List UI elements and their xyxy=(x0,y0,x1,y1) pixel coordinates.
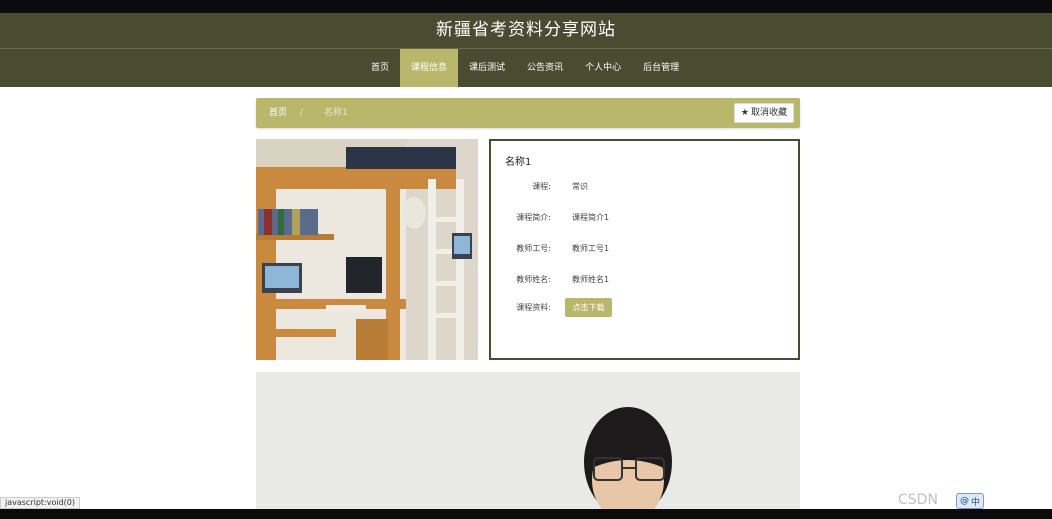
dorm-photo-illustration xyxy=(256,139,478,360)
detail-row: 教师工号: 教师工号1 xyxy=(491,243,798,255)
breadcrumb-home-link[interactable]: 首页 xyxy=(269,98,287,128)
unfavorite-label: 取消收藏 xyxy=(750,108,787,118)
course-name: 名称1 xyxy=(505,157,532,168)
site-header: 新疆省考资料分享网站 xyxy=(0,13,1052,48)
field-label: 教师工号: xyxy=(516,244,551,253)
breadcrumb-current: 名称1 xyxy=(324,108,348,118)
detail-row: 课程: 常识 xyxy=(491,181,798,193)
course-video[interactable] xyxy=(256,372,800,509)
unfavorite-button[interactable]: ★ 取消收藏 xyxy=(733,103,794,123)
main-nav: 首页 课程信息 课后测试 公告资讯 个人中心 后台管理 xyxy=(0,48,1052,87)
window-top-bar xyxy=(0,0,1052,13)
nav-item-tests[interactable]: 课后测试 xyxy=(458,49,516,87)
watermark-text: CSDN xyxy=(898,492,938,508)
field-label: 课程资料: xyxy=(516,303,551,312)
video-frame xyxy=(256,372,800,509)
site-title: 新疆省考资料分享网站 xyxy=(436,20,616,40)
nav-item-news[interactable]: 公告资讯 xyxy=(516,49,574,87)
star-icon: ★ xyxy=(740,108,749,118)
field-label: 教师姓名: xyxy=(516,275,551,284)
field-value: 常识 xyxy=(572,182,588,191)
field-value: 教师工号1 xyxy=(572,244,610,253)
detail-row: 课程简介: 课程简介1 xyxy=(491,212,798,224)
nav-item-admin[interactable]: 后台管理 xyxy=(632,49,690,87)
field-label: 课程: xyxy=(532,182,551,191)
field-value: 教师姓名1 xyxy=(572,275,610,284)
ime-language[interactable]: 中 xyxy=(971,495,980,508)
ime-at-icon: @ xyxy=(960,496,969,506)
ime-toolbar[interactable]: @ 中 xyxy=(956,493,985,509)
window-bottom-bar xyxy=(0,509,1052,519)
status-url: javascript:void(0) xyxy=(0,497,81,509)
field-value: 课程简介1 xyxy=(572,213,610,222)
course-image xyxy=(256,139,478,360)
breadcrumb: 首页 / 名称1 ★ 取消收藏 xyxy=(256,98,800,128)
course-detail-panel: 名称1 课程: 常识 课程简介: 课程简介1 教师工号: 教师工号1 教师姓名:… xyxy=(489,139,800,360)
nav-item-courses[interactable]: 课程信息 xyxy=(400,49,459,87)
download-button[interactable]: 点击下载 xyxy=(565,298,612,317)
nav-item-home[interactable]: 首页 xyxy=(360,49,400,87)
breadcrumb-separator: / xyxy=(300,108,304,118)
detail-row: 教师姓名: 教师姓名1 xyxy=(491,274,798,286)
nav-item-profile[interactable]: 个人中心 xyxy=(574,49,632,87)
detail-row-material: 课程资料: xyxy=(491,302,798,314)
field-label: 课程简介: xyxy=(516,213,551,222)
